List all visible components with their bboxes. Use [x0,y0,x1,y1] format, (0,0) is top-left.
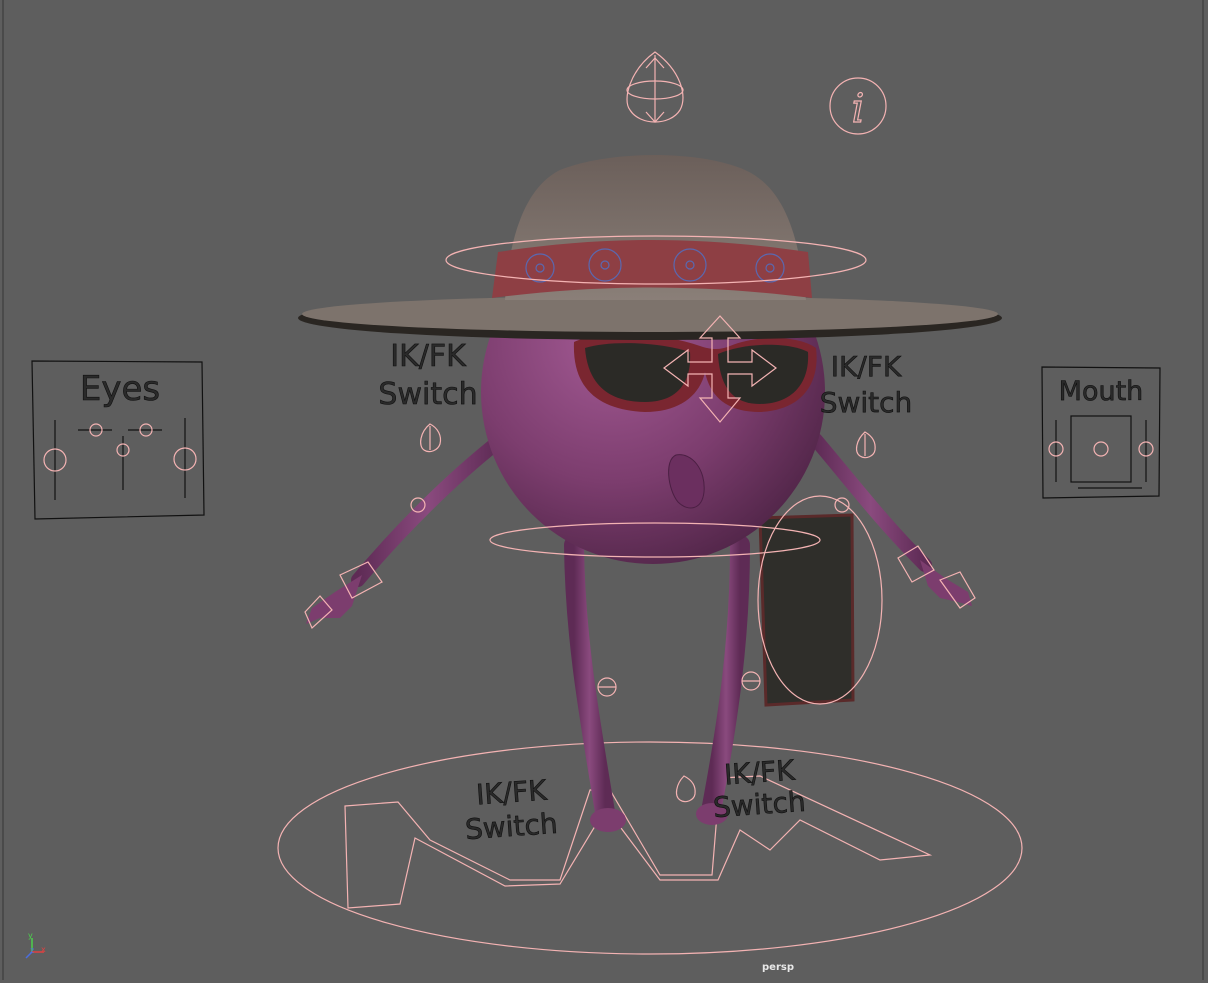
svg-text:y: y [28,931,33,940]
info-icon[interactable]: i [829,77,887,135]
svg-text:Switch: Switch [378,377,477,412]
eyes-control-panel[interactable]: Eyes [31,360,205,520]
scene-canvas[interactable]: Eyes Mouth i IK/FK Switch IK/FK Switch I… [0,0,1208,983]
elbow-right-controller[interactable] [855,431,876,459]
svg-text:x: x [41,945,46,954]
foot-right-controller[interactable] [675,775,696,803]
left-leg[interactable] [564,535,626,832]
knee-left-controller[interactable] [597,677,617,697]
svg-text:Switch: Switch [712,785,807,824]
hat[interactable] [298,155,1002,340]
shoulder-right-controller[interactable] [834,497,850,513]
ikfk-switch-right-arm[interactable]: IK/FK Switch [819,350,913,420]
axis-gizmo: y z x [25,931,46,959]
svg-text:z: z [30,946,34,955]
ikfk-switch-right-leg[interactable]: IK/FK Switch [712,753,807,825]
eyes-label: Eyes [80,369,160,409]
knee-right-controller[interactable] [741,671,761,691]
ikfk-switch-left-leg[interactable]: IK/FK Switch [464,773,559,847]
briefcase[interactable] [757,495,883,707]
mouth-label: Mouth [1059,376,1144,407]
svg-text:IK/FK: IK/FK [475,774,548,812]
maya-viewport[interactable]: Eyes Mouth i IK/FK Switch IK/FK Switch I… [0,0,1208,983]
svg-text:IK/FK: IK/FK [831,350,902,383]
svg-text:IK/FK: IK/FK [390,339,467,374]
main-ground-controller[interactable] [277,741,1023,955]
elbow-left-controller[interactable] [420,423,442,453]
ikfk-switch-left-arm[interactable]: IK/FK Switch [378,339,478,413]
camera-name-label: persp [762,962,794,973]
svg-text:Switch: Switch [464,807,559,846]
svg-text:Switch: Switch [820,386,913,419]
left-arm[interactable] [304,435,505,630]
head-rotate-controller[interactable] [626,51,684,123]
info-symbol: i [852,86,865,132]
mouth-control-panel[interactable]: Mouth [1041,366,1161,499]
